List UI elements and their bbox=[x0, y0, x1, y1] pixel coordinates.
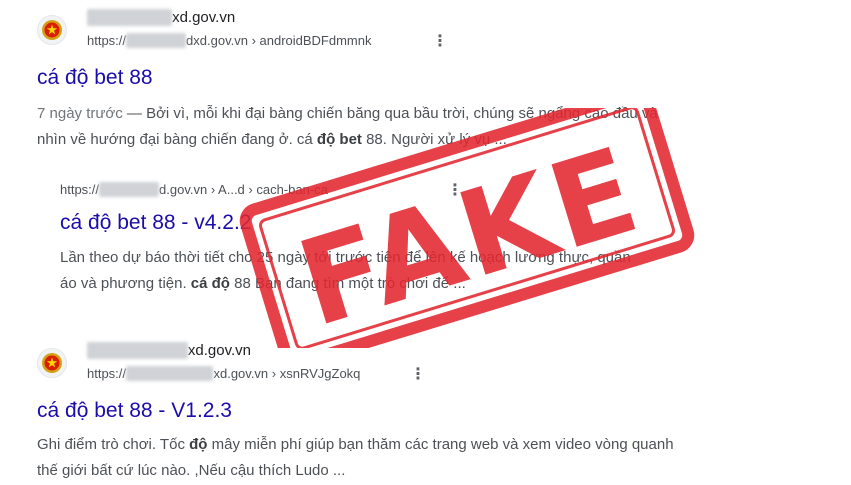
result-title-link[interactable]: cá độ bet 88 bbox=[37, 66, 153, 90]
result-url[interactable]: https://nangluchddxd.gov.vn › androidBDF… bbox=[87, 33, 372, 48]
site-name: nangluchdxdxd.gov.vn bbox=[87, 9, 235, 26]
result-snippet: 7 ngày trước — Bởi vì, mỗi khi đại bàng … bbox=[37, 105, 658, 148]
result-snippet: Lần theo dự báo thời tiết cho 25 ngày tớ… bbox=[60, 249, 631, 292]
result-url[interactable]: https://congtyxaydungxd.gov.vn › xsnRVJg… bbox=[87, 366, 360, 381]
result-title-link[interactable]: cá độ bet 88 - V1.2.3 bbox=[37, 399, 232, 423]
vietnam-emblem-icon bbox=[37, 15, 67, 45]
site-name: congtyxaydungxd.gov.vn bbox=[87, 342, 251, 359]
vietnam-emblem-icon bbox=[37, 348, 67, 378]
result-title-link[interactable]: cá độ bet 88 - v4.2.2 bbox=[60, 211, 251, 235]
result-date: 7 ngày trước bbox=[37, 105, 123, 122]
more-options-icon[interactable]: ⋮ bbox=[432, 31, 448, 51]
more-options-icon[interactable]: ⋮ bbox=[447, 180, 463, 200]
more-options-icon[interactable]: ⋮ bbox=[410, 364, 426, 384]
result-url[interactable]: https://nangluchdd.gov.vn › A...d › cach… bbox=[60, 182, 328, 197]
result-snippet: Ghi điểm trò chơi. Tốc độ mây miễn phí g… bbox=[37, 436, 674, 479]
stamp-text: FAKE bbox=[284, 120, 656, 348]
